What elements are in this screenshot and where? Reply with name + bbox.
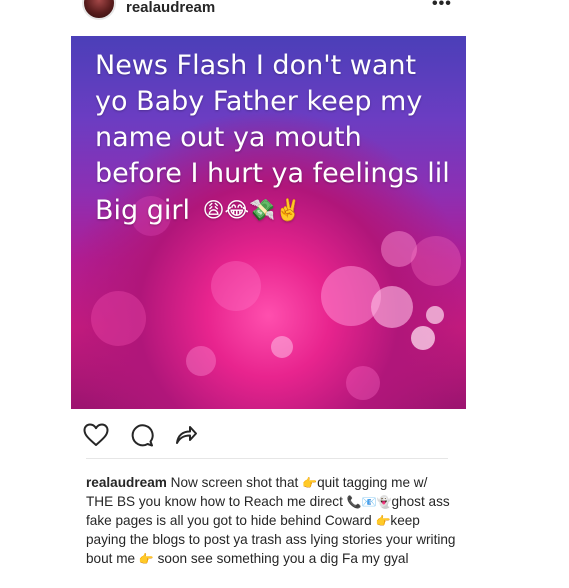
caption-username[interactable]: realaudream (86, 475, 167, 490)
post-image-emojis: 😩😂💸✌️ (202, 198, 302, 222)
post-caption: realaudream Now screen shot that 👉quit t… (86, 473, 456, 568)
bokeh-light (346, 366, 380, 400)
bokeh-light (426, 306, 444, 324)
avatar[interactable] (82, 0, 116, 20)
pointing-hand-icon: 👉 (302, 476, 318, 490)
bokeh-light (211, 261, 261, 311)
bokeh-light (411, 326, 435, 350)
bokeh-light (186, 346, 216, 376)
bokeh-light (371, 286, 413, 328)
post-image[interactable]: News Flash I don't want yo Baby Father k… (71, 36, 466, 409)
bokeh-light (321, 266, 381, 326)
bokeh-light (271, 336, 293, 358)
share-icon[interactable] (172, 421, 200, 449)
divider (86, 458, 448, 459)
post-header: realaudream ••• (0, 0, 569, 24)
bokeh-light (411, 236, 461, 286)
bokeh-light (91, 291, 146, 346)
post-image-text: News Flash I don't want yo Baby Father k… (95, 48, 455, 229)
caption-text: Now screen shot that (166, 475, 303, 490)
comment-icon[interactable] (128, 421, 156, 449)
heart-icon[interactable] (82, 421, 110, 449)
bokeh-light (381, 231, 417, 267)
caption-text: soon see something you a dig Fa my gyal (153, 551, 409, 566)
pointing-hand-icon: 👉 (138, 552, 154, 566)
pointing-hand-icon: 👉 (375, 514, 391, 528)
more-options-icon[interactable]: ••• (432, 0, 452, 12)
phone-mail-ghost-icons: 📞📧👻 (346, 495, 392, 509)
header-username[interactable]: realaudream (126, 0, 215, 15)
